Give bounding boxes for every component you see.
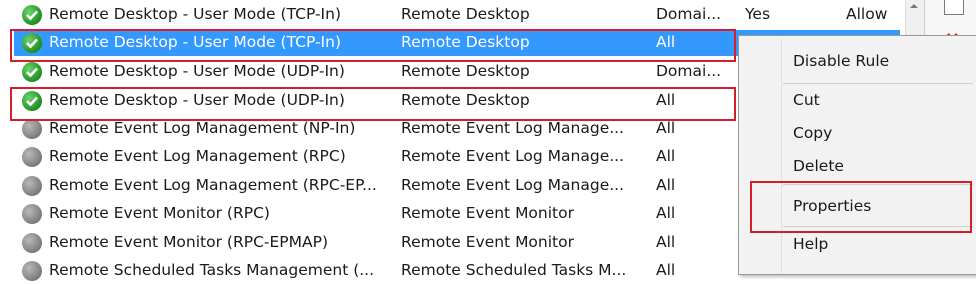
rule-profile: All	[656, 261, 676, 279]
rule-group: Remote Event Monitor	[401, 204, 574, 222]
rule-name: Remote Event Monitor (RPC-EPMAP)	[49, 233, 328, 251]
menu-item-cut[interactable]: Cut	[793, 91, 820, 109]
highlight-box	[10, 29, 736, 62]
rule-disabled-icon	[22, 204, 42, 224]
rule-disabled-icon	[22, 233, 42, 253]
rule-enabled: Yes	[745, 5, 771, 23]
rule-group: Remote Event Log Manage...	[401, 119, 625, 137]
rule-group: Remote Event Log Manage...	[401, 147, 625, 165]
rule-profile: Domai...	[656, 62, 722, 80]
menu-item-disable-rule[interactable]: Disable Rule	[793, 52, 889, 70]
highlight-box	[10, 87, 736, 121]
rule-name: Remote Event Log Management (RPC)	[49, 147, 346, 165]
rule-name: Remote Desktop - User Mode (UDP-In)	[49, 62, 345, 80]
rule-disabled-icon	[22, 176, 42, 196]
rule-group: Remote Event Monitor	[401, 233, 574, 251]
rule-group: Remote Desktop	[401, 62, 530, 80]
menu-separator	[783, 83, 973, 84]
rule-group: Remote Event Log Manage...	[401, 176, 625, 194]
rule-disabled-icon	[22, 261, 42, 281]
document-icon[interactable]	[944, 0, 964, 15]
rule-disabled-icon	[22, 119, 42, 139]
rule-profile: All	[656, 204, 676, 222]
menu-gutter	[781, 38, 782, 274]
rule-name: Remote Event Log Management (RPC-EP...	[49, 176, 377, 194]
rule-profile: All	[656, 176, 676, 194]
menu-item-copy[interactable]: Copy	[793, 124, 832, 142]
rule-enabled-icon	[22, 62, 42, 82]
highlight-box	[750, 181, 972, 233]
menu-item-help[interactable]: Help	[793, 235, 828, 253]
rule-enabled-icon	[22, 5, 42, 25]
rule-profile: All	[656, 119, 676, 137]
rule-profile: All	[656, 233, 676, 251]
rule-group: Remote Scheduled Tasks M...	[401, 261, 627, 279]
rule-name: Remote Scheduled Tasks Management (...	[49, 261, 375, 279]
scroll-up-arrow-icon[interactable]	[908, 0, 920, 12]
rule-profile: Domai...	[656, 5, 722, 23]
rule-profile: All	[656, 147, 676, 165]
rule-name: Remote Desktop - User Mode (TCP-In)	[49, 5, 341, 23]
context-menu: Disable Rule Cut Copy Delete Properties …	[738, 35, 976, 275]
menu-item-delete[interactable]: Delete	[793, 157, 844, 175]
rule-group: Remote Desktop	[401, 5, 530, 23]
rule-disabled-icon	[22, 147, 42, 167]
rule-action: Allow	[846, 5, 888, 23]
rule-row[interactable]: Remote Desktop - User Mode (TCP-In) Remo…	[0, 1, 905, 29]
rule-name: Remote Event Monitor (RPC)	[49, 204, 270, 222]
rule-name: Remote Event Log Management (NP-In)	[49, 119, 356, 137]
